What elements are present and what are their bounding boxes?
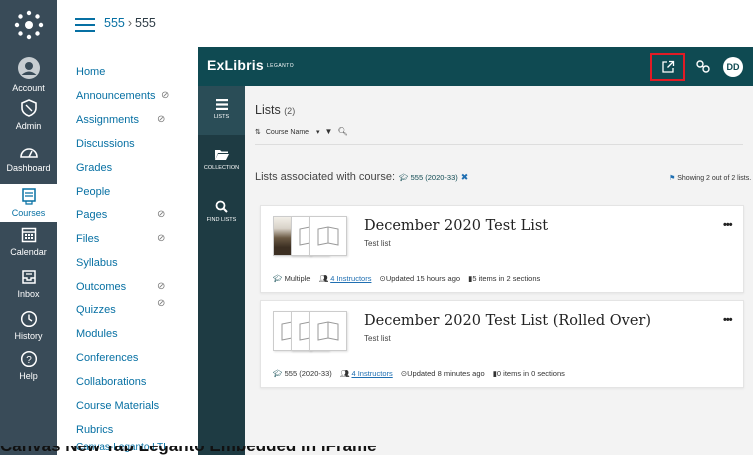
course-nav-outcomes[interactable]: Outcomes ⊘ <box>76 281 196 297</box>
list-title[interactable]: December 2020 Test List <box>364 218 548 234</box>
exlibris-logo: ExLibris LEGANTO <box>207 57 295 73</box>
reading-list-card[interactable]: December 2020 Test List (Rolled Over) Te… <box>260 300 744 388</box>
people-icon: 👥︎ <box>318 274 329 283</box>
history-icon <box>0 310 57 330</box>
course-nav-grades[interactable]: Grades <box>76 162 196 178</box>
global-nav-history[interactable]: History <box>0 310 57 346</box>
hamburger-menu-icon[interactable] <box>75 18 95 32</box>
leganto-nav-collection[interactable]: COLLECTION <box>198 139 245 185</box>
link-icon[interactable] <box>695 58 711 74</box>
more-options-icon[interactable]: ••• <box>723 314 733 326</box>
canvas-logo-icon[interactable] <box>14 10 44 40</box>
leganto-sidebar: LISTS COLLECTION FIND LISTS <box>198 86 245 455</box>
list-thumbnails <box>273 311 363 351</box>
leganto-lti-frame: ExLibris LEGANTO DD LISTS COLLECTION FIND… <box>198 47 753 455</box>
global-nav-dashboard[interactable]: Dashboard <box>0 142 57 180</box>
courses-icon <box>0 187 57 207</box>
hidden-eye-icon: ⊘ <box>157 114 166 125</box>
open-in-new-tab-button[interactable] <box>650 53 685 81</box>
page-title: Lists (2) <box>255 103 296 117</box>
instructors-link[interactable]: 4 Instructors <box>351 369 392 378</box>
leganto-header: ExLibris LEGANTO DD <box>198 47 753 86</box>
showing-count: ⚑ Showing 2 out of 2 lists. <box>669 175 752 182</box>
course-nav-course-materials[interactable]: Course Materials <box>76 400 196 416</box>
book-thumbnail <box>309 311 347 351</box>
inbox-icon <box>0 268 57 288</box>
list-title[interactable]: December 2020 Test List (Rolled Over) <box>364 313 651 329</box>
course-nav-modules[interactable]: Modules <box>76 328 196 344</box>
list-description: Test list <box>364 334 391 343</box>
global-nav-calendar[interactable]: Calendar <box>0 226 57 262</box>
search-icon <box>198 200 245 215</box>
flag-icon: ⚑ <box>669 175 676 182</box>
course-nav-files[interactable]: Files ⊘ <box>76 233 196 249</box>
global-nav-courses[interactable]: Courses <box>0 184 57 222</box>
associated-course-heading: Lists associated with course: 🎓︎ 555 (202… <box>255 171 469 183</box>
divider <box>255 144 743 145</box>
instructors-link[interactable]: 4 Instructors <box>330 274 371 283</box>
global-nav: Account Admin Dashboard Courses Calendar… <box>0 0 57 455</box>
course-chip: 🎓︎ 555 (2020-33) <box>399 173 458 182</box>
breadcrumb-current: 555 <box>135 16 156 30</box>
course-nav-pages[interactable]: Pages ⊘ <box>76 209 196 225</box>
more-options-icon[interactable]: ••• <box>723 219 733 231</box>
sort-dropdown[interactable]: Course Name ▾ <box>266 129 320 136</box>
graduation-cap-icon: 🎓︎ <box>399 173 409 182</box>
global-nav-help[interactable]: ? Help <box>0 350 57 386</box>
hidden-eye-icon: ⊘ <box>157 298 166 309</box>
hidden-eye-icon: ⊘ <box>157 209 166 220</box>
book-thumbnail <box>309 216 347 256</box>
folder-icon <box>198 149 245 163</box>
reading-list-card[interactable]: December 2020 Test List Test list ••• 🎓︎… <box>260 205 744 293</box>
course-nav-people[interactable]: People <box>76 186 196 202</box>
dashboard-icon <box>0 142 57 162</box>
lists-icon <box>198 99 245 112</box>
global-nav-admin[interactable]: Admin <box>0 98 57 138</box>
course-nav-home[interactable]: Home <box>76 66 196 82</box>
global-nav-account[interactable]: Account <box>0 56 57 96</box>
lists-toolbar: ⇅ Course Name ▾ ▼ 🔍︎ <box>255 127 353 136</box>
calendar-icon <box>0 226 57 246</box>
list-meta: 🎓︎ 555 (2020-33) 👥︎ 4 Instructors ⊙Updat… <box>273 369 565 378</box>
leganto-nav-find-lists[interactable]: FIND LISTS <box>198 190 245 234</box>
course-nav-collaborations[interactable]: Collaborations <box>76 376 196 392</box>
list-thumbnails <box>273 216 363 256</box>
course-nav-conferences[interactable]: Conferences <box>76 352 196 368</box>
hidden-eye-icon: ⊘ <box>161 90 170 101</box>
hidden-eye-icon: ⊘ <box>157 281 166 292</box>
breadcrumb-course-link[interactable]: 555 <box>104 16 125 30</box>
course-nav-rubrics[interactable]: Rubrics <box>76 424 196 440</box>
people-icon: 👥︎ <box>339 369 350 378</box>
graduation-cap-icon: 🎓︎ <box>273 274 283 283</box>
graduation-cap-icon: 🎓︎ <box>273 369 283 378</box>
list-meta: 🎓︎ Multiple 👥︎ 4 Instructors ⊙Updated 15… <box>273 274 541 283</box>
account-icon <box>0 56 57 82</box>
filter-icon[interactable]: ▼ <box>325 127 333 136</box>
admin-icon <box>0 98 57 120</box>
sort-icon[interactable]: ⇅ <box>255 129 261 136</box>
global-nav-inbox[interactable]: Inbox <box>0 268 57 304</box>
breadcrumb-separator: › <box>127 16 133 30</box>
course-nav-announcements[interactable]: Announcements ⊘ <box>76 90 196 106</box>
list-description: Test list <box>364 239 391 248</box>
hidden-eye-icon: ⊘ <box>157 233 166 244</box>
lists-count: (2) <box>284 106 296 116</box>
user-avatar[interactable]: DD <box>723 57 743 77</box>
external-link-icon <box>662 60 675 73</box>
course-nav-syllabus[interactable]: Syllabus <box>76 257 196 273</box>
course-nav-assignments[interactable]: Assignments ⊘ <box>76 114 196 130</box>
svg-text:?: ? <box>26 355 32 366</box>
breadcrumb: 555 › 555 <box>104 16 156 30</box>
course-nav-quizzes[interactable]: Quizzes ⊘ <box>76 298 196 320</box>
help-icon: ? <box>0 350 57 370</box>
search-icon[interactable]: 🔍︎ <box>337 127 347 136</box>
remove-course-icon[interactable]: ✖ <box>461 172 469 182</box>
leganto-nav-lists[interactable]: LISTS <box>198 86 245 135</box>
course-nav-discussions[interactable]: Discussions <box>76 138 196 154</box>
